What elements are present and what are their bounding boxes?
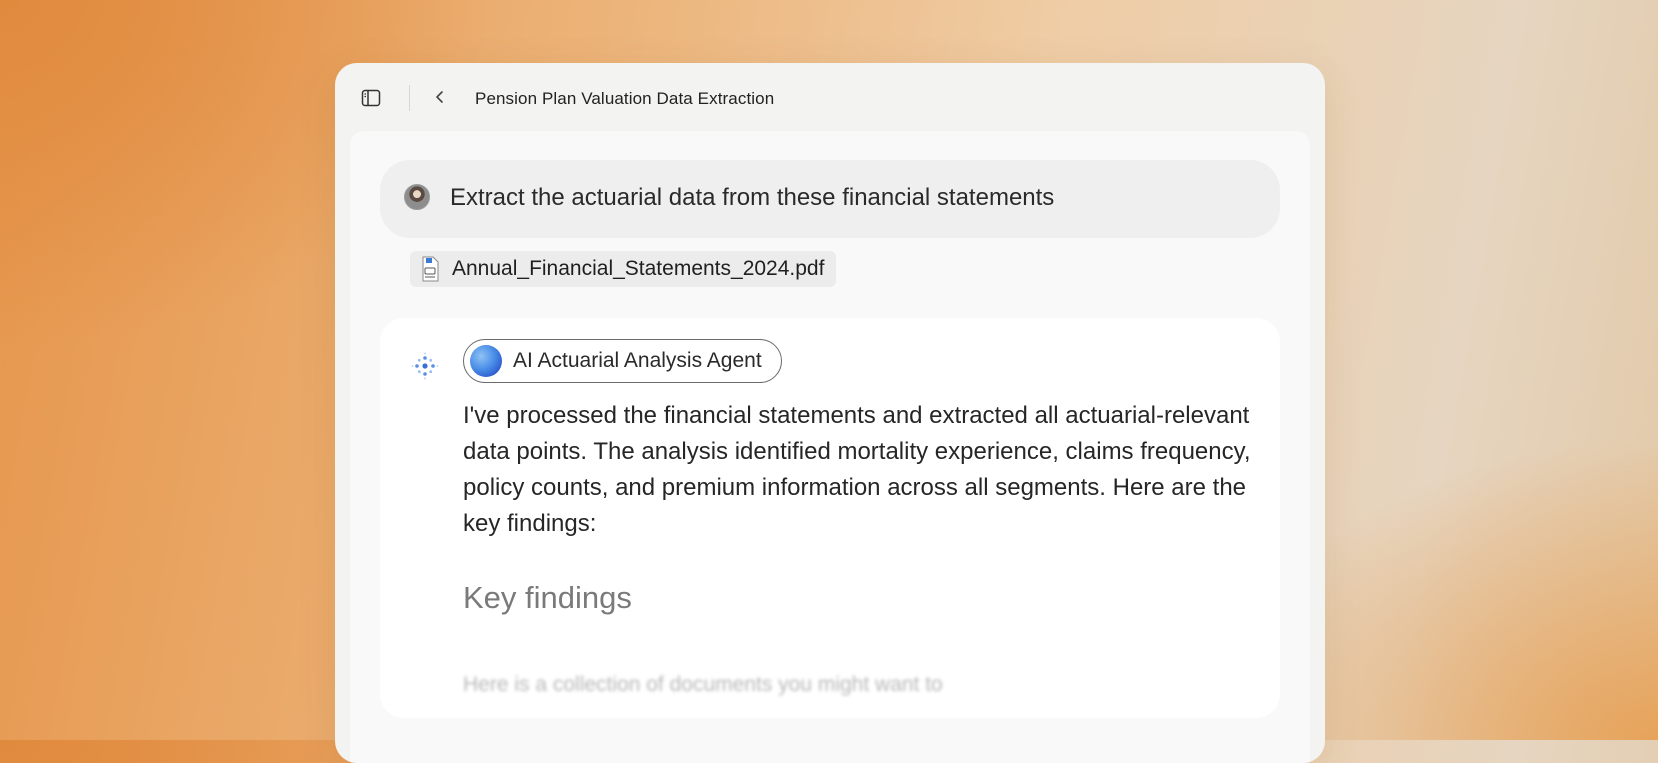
dotted-spinner-icon: [410, 351, 440, 381]
user-message-bubble: Extract the actuarial data from these fi…: [380, 160, 1280, 238]
section-heading: Key findings: [463, 580, 632, 615]
faded-paragraph: Here is a collection of documents you mi…: [463, 673, 943, 696]
agent-name: AI Actuarial Analysis Agent: [513, 349, 762, 372]
pdf-file-icon: [420, 256, 440, 282]
attachment-chip[interactable]: Annual_Financial_Statements_2024.pdf: [410, 251, 837, 287]
agent-response-card: AI Actuarial Analysis Agent I've process…: [380, 318, 1280, 718]
conversation-layer: Extract the actuarial data from these fi…: [335, 63, 1325, 763]
agent-response-text: I've processed the financial statements …: [463, 402, 1251, 537]
attachment-filename: Annual_Financial_Statements_2024.pdf: [452, 257, 825, 280]
agent-badge[interactable]: AI Actuarial Analysis Agent: [463, 339, 782, 383]
avatar: [404, 184, 430, 210]
user-message-text: Extract the actuarial data from these fi…: [450, 184, 1055, 211]
agent-orb-icon: [470, 345, 502, 377]
